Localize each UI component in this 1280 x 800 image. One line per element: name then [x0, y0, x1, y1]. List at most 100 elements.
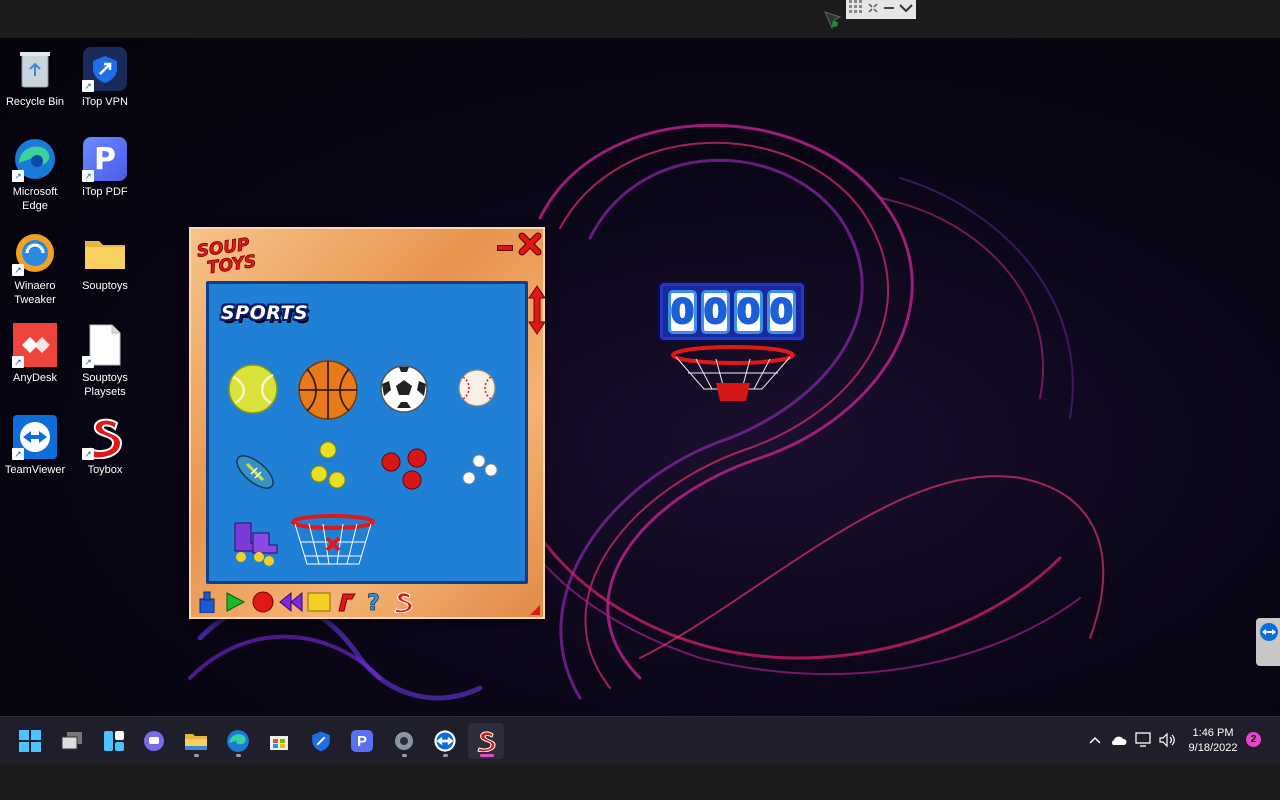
baseball-toy[interactable] — [457, 368, 497, 413]
desktop-icon-itop-vpn[interactable]: ↗ iTop VPN — [69, 46, 141, 109]
desktop-icon-label: iTop VPN — [82, 96, 128, 108]
resize-grip[interactable] — [529, 603, 541, 615]
close-button[interactable] — [518, 232, 542, 256]
clock-date: 9/18/2022 — [1188, 742, 1238, 754]
recycle-bin-icon — [12, 46, 58, 92]
start-button[interactable] — [12, 723, 48, 759]
teamviewer-icon — [434, 730, 456, 752]
winaero-tweaker-icon: ↗ — [12, 230, 58, 276]
store-icon — [270, 736, 288, 750]
desktop-icon-label: Toybox — [87, 464, 123, 476]
desktop-icon-label: iTop PDF — [82, 186, 128, 198]
folder-icon — [82, 230, 128, 276]
minimize-icon[interactable] — [883, 1, 895, 19]
desktop-icon-itop-pdf[interactable]: P ↗ iTop PDF — [69, 136, 141, 199]
souptoys-icon[interactable] — [390, 590, 415, 614]
task-view-button[interactable] — [54, 723, 90, 759]
restore-icon[interactable] — [867, 1, 879, 19]
stop-icon[interactable] — [307, 590, 332, 614]
store-button[interactable] — [261, 723, 297, 759]
itop-pdf-icon: P ↗ — [82, 136, 128, 182]
basketball-toy[interactable] — [297, 359, 359, 426]
desktop-icon-winaero-tweaker[interactable]: ↗ Winaero Tweaker — [0, 230, 71, 307]
remote-session-bar — [0, 0, 1280, 38]
settings-icon — [395, 732, 413, 750]
score-digit: 0 — [668, 289, 697, 334]
volume-icon[interactable] — [1158, 731, 1176, 749]
chat-button[interactable] — [136, 723, 172, 759]
toy-shelf-panel: SPORTS — [206, 281, 528, 584]
help-icon[interactable]: ? — [362, 590, 387, 614]
desktop-icon-souptoys-playsets[interactable]: ↗ Souptoys Playsets — [69, 322, 141, 399]
pin-icon[interactable] — [195, 590, 220, 614]
basketball-hoop-toy[interactable] — [291, 514, 375, 575]
edge-taskbar-button[interactable] — [220, 723, 256, 759]
desktop: Recycle Bin ↗ iTop VPN ↗ Microsoft Edge … — [0, 38, 1280, 716]
chevron-down-icon[interactable] — [899, 1, 913, 19]
basketball-hoop[interactable] — [668, 345, 798, 415]
itop-vpn-icon — [312, 731, 330, 752]
desktop-icon-teamviewer[interactable]: ↗ TeamViewer — [0, 414, 71, 477]
taskbar: P 1:46 PM 9/18/2022 2 — [0, 716, 1280, 764]
remote-session-toolbar — [846, 0, 916, 19]
notification-badge[interactable]: 2 — [1246, 732, 1261, 747]
itop-vpn-icon: ↗ — [82, 46, 128, 92]
itop-pdf-icon: P — [351, 730, 373, 752]
edge-icon — [227, 730, 249, 752]
minimize-button[interactable] — [497, 245, 513, 251]
teamviewer-taskbar-button[interactable] — [427, 723, 463, 759]
teamviewer-icon: ↗ — [12, 414, 58, 460]
desktop-icon-souptoys-folder[interactable]: Souptoys — [69, 230, 141, 293]
itop-pdf-taskbar-button[interactable]: P — [344, 723, 380, 759]
red-balls-toy[interactable] — [379, 448, 433, 497]
music-icon[interactable] — [334, 590, 359, 614]
desktop-icon-label: TeamViewer — [4, 464, 66, 476]
toybox-toolbar: ? — [195, 589, 415, 615]
desktop-icon-label: Souptoys — [82, 280, 128, 292]
desktop-icon-label: Recycle Bin — [5, 96, 65, 108]
score-digit: 0 — [701, 289, 730, 334]
souptoys-taskbar-button[interactable] — [468, 723, 504, 759]
network-icon[interactable] — [1135, 731, 1153, 749]
desktop-icon-toybox[interactable]: ↗ Toybox — [69, 414, 141, 477]
widgets-icon — [104, 731, 124, 751]
yellow-balls-toy[interactable] — [308, 441, 350, 498]
desktop-icon-edge[interactable]: ↗ Microsoft Edge — [0, 136, 71, 213]
widgets-button[interactable] — [96, 723, 132, 759]
souptoys-icon — [477, 731, 496, 752]
chat-icon — [144, 731, 164, 751]
souptoys-s-icon: ↗ — [82, 414, 128, 460]
souptoys-logo: SOUP TOYS — [195, 234, 265, 279]
football-toy[interactable] — [231, 448, 279, 501]
toybox-window[interactable]: SOUP TOYS SPORTS ? — [189, 227, 546, 619]
roller-skates-toy[interactable] — [229, 519, 279, 572]
remote-pin-icon[interactable] — [822, 8, 846, 32]
itop-vpn-taskbar-button[interactable] — [303, 723, 339, 759]
desktop-icon-label: Winaero Tweaker — [14, 280, 56, 306]
chevron-up-icon[interactable] — [1086, 731, 1104, 749]
play-icon[interactable] — [223, 590, 248, 614]
rewind-icon[interactable] — [279, 590, 304, 614]
grid-icon[interactable] — [849, 0, 863, 19]
file-explorer-icon — [185, 734, 207, 750]
desktop-icon-recycle-bin[interactable]: Recycle Bin — [0, 46, 71, 109]
settings-button[interactable] — [386, 723, 422, 759]
category-title: SPORTS — [221, 302, 309, 324]
desktop-icon-anydesk[interactable]: ↗ AnyDesk — [0, 322, 71, 385]
soccer-ball-toy[interactable] — [379, 364, 429, 419]
tennis-ball-toy[interactable] — [227, 363, 279, 420]
white-balls-toy[interactable] — [459, 454, 503, 493]
clock[interactable]: 1:46 PM 9/18/2022 — [1180, 726, 1246, 756]
remote-session-bottom-bar — [0, 764, 1280, 800]
document-icon: ↗ — [82, 322, 128, 368]
scoreboard[interactable]: 0 0 0 0 — [660, 283, 804, 340]
record-icon[interactable] — [251, 590, 276, 614]
cloud-icon[interactable] — [1109, 731, 1127, 749]
desktop-icon-label: Souptoys Playsets — [82, 372, 128, 398]
file-explorer-button[interactable] — [178, 723, 214, 759]
scroll-arrows[interactable] — [528, 285, 546, 335]
task-view-icon — [61, 732, 82, 750]
desktop-icon-label: Microsoft Edge — [12, 186, 58, 212]
score-digit: 0 — [767, 289, 796, 334]
teamviewer-side-tab[interactable] — [1256, 618, 1280, 666]
